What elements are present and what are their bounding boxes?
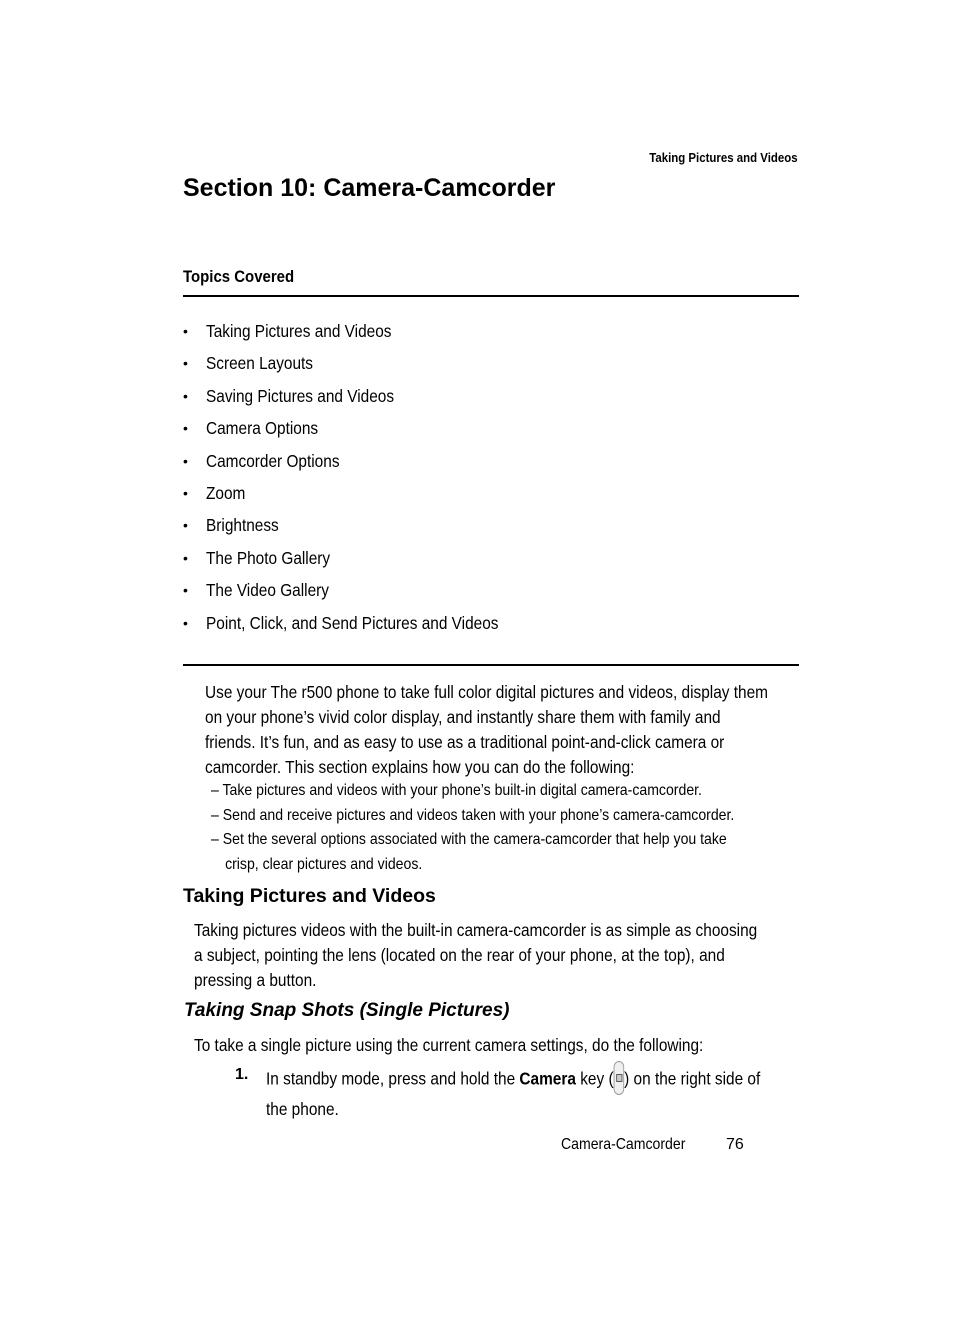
topics-top-rule bbox=[183, 295, 799, 297]
bullet-icon: • bbox=[183, 484, 188, 501]
dash-item: – Set the several options associated wit… bbox=[211, 831, 727, 848]
bullet-icon: • bbox=[183, 452, 188, 469]
topic-item: • Taking Pictures and Videos bbox=[183, 318, 538, 350]
footer-section-name: Camera-Camcorder bbox=[561, 1136, 686, 1153]
intro-dash-list: – Take pictures and videos with your pho… bbox=[211, 779, 806, 877]
section-title: Section 10: Camera-Camcorder bbox=[183, 174, 556, 202]
topics-bottom-rule bbox=[183, 664, 799, 666]
bullet-icon: • bbox=[183, 549, 188, 566]
bullet-icon: • bbox=[183, 582, 188, 599]
topic-item: • The Photo Gallery bbox=[183, 545, 538, 577]
dash-item: – Send and receive pictures and videos t… bbox=[211, 806, 735, 824]
camera-key-icon bbox=[613, 1061, 625, 1095]
topics-list: • Taking Pictures and Videos • Screen Layo… bbox=[183, 318, 538, 642]
topic-item: • Brightness bbox=[183, 512, 538, 544]
bullet-icon: • bbox=[183, 355, 188, 372]
camera-key-label: Camera bbox=[519, 1068, 576, 1089]
snap-shots-intro: To take a single picture using the curre… bbox=[194, 1035, 704, 1055]
dash-item-continuation: crisp, clear pictures and videos. bbox=[225, 855, 423, 873]
intro-paragraph: Use your The r500 phone to take full col… bbox=[205, 682, 768, 777]
bullet-icon: • bbox=[183, 420, 188, 437]
step-number: 1. bbox=[235, 1066, 249, 1083]
bullet-icon: • bbox=[183, 517, 188, 534]
heading-taking-pictures: Taking Pictures and Videos bbox=[183, 885, 436, 907]
step-1: In standby mode, press and hold the Came… bbox=[266, 1061, 828, 1122]
bullet-icon: • bbox=[183, 387, 188, 404]
bullet-icon: • bbox=[183, 614, 188, 631]
running-header: Taking Pictures and Videos bbox=[649, 150, 798, 165]
topic-item: • Camcorder Options bbox=[183, 448, 538, 480]
topic-item: • Camera Options bbox=[183, 415, 538, 447]
topic-item: • Zoom bbox=[183, 480, 538, 512]
topic-item: • Screen Layouts bbox=[183, 350, 538, 382]
topic-item: • Saving Pictures and Videos bbox=[183, 383, 538, 415]
taking-pictures-paragraph: Taking pictures videos with the built-in… bbox=[194, 920, 758, 990]
heading-snap-shots: Taking Snap Shots (Single Pictures) bbox=[184, 1000, 510, 1021]
topics-covered-label: Topics Covered bbox=[183, 267, 295, 286]
topic-item: • Point, Click, and Send Pictures and Vid… bbox=[183, 610, 538, 642]
bullet-icon: • bbox=[183, 323, 188, 339]
topic-item: • The Video Gallery bbox=[183, 577, 538, 609]
page-number: 76 bbox=[726, 1136, 744, 1153]
dash-item: – Take pictures and videos with your pho… bbox=[211, 782, 702, 799]
